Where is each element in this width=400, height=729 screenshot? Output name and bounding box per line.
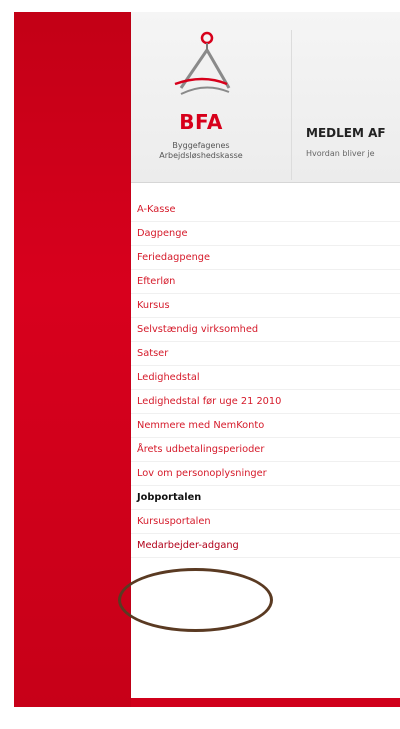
header-title[interactable]: MEDLEM AF bbox=[306, 126, 386, 140]
brand-subtitle-line2: Arbejdsløshedskasse bbox=[159, 151, 243, 160]
nav-item-a-kasse[interactable]: A-Kasse bbox=[131, 198, 400, 222]
bfa-compass-logo-icon bbox=[174, 31, 231, 95]
brand-name: BFA bbox=[179, 110, 223, 134]
nav-item-ledighedstal[interactable]: Ledighedstal bbox=[131, 366, 400, 390]
nav-item-medarbejder-adgang[interactable]: Medarbejder-adgang bbox=[131, 534, 400, 558]
nav-item-udbetalingsperioder[interactable]: Årets udbetalingsperioder bbox=[131, 438, 400, 462]
nav-item-efterlon[interactable]: Efterløn bbox=[131, 270, 400, 294]
nav-item-dagpenge[interactable]: Dagpenge bbox=[131, 222, 400, 246]
nav-item-ledighedstal-for-uge-21[interactable]: Ledighedstal før uge 21 2010 bbox=[131, 390, 400, 414]
left-red-band bbox=[14, 12, 132, 707]
nav-item-feriedagpenge[interactable]: Feriedagpenge bbox=[131, 246, 400, 270]
main-panel: BFA Byggefagenes Arbejdsløshedskasse MED… bbox=[131, 12, 400, 698]
header-subtitle[interactable]: Hvordan bliver je bbox=[306, 149, 375, 158]
bottom-red-strip bbox=[131, 698, 400, 707]
brand-subtitle: Byggefagenes Arbejdsløshedskasse bbox=[131, 141, 271, 161]
header-divider bbox=[291, 30, 292, 180]
nav-item-nemkonto[interactable]: Nemmere med NemKonto bbox=[131, 414, 400, 438]
nav-item-selvstaendig-virksomhed[interactable]: Selvstændig virksomhed bbox=[131, 318, 400, 342]
nav-item-satser[interactable]: Satser bbox=[131, 342, 400, 366]
site-header: BFA Byggefagenes Arbejdsløshedskasse MED… bbox=[131, 12, 400, 183]
nav-item-kursusportalen[interactable]: Kursusportalen bbox=[131, 510, 400, 534]
logo[interactable]: BFA Byggefagenes Arbejdsløshedskasse bbox=[131, 30, 271, 180]
nav-item-jobportalen[interactable]: Jobportalen bbox=[131, 486, 400, 510]
nav-item-kursus[interactable]: Kursus bbox=[131, 294, 400, 318]
sidebar-nav: A-Kasse Dagpenge Feriedagpenge Efterløn … bbox=[131, 198, 400, 558]
nav-item-personoplysninger[interactable]: Lov om personoplysninger bbox=[131, 462, 400, 486]
brand-subtitle-line1: Byggefagenes bbox=[172, 141, 230, 150]
